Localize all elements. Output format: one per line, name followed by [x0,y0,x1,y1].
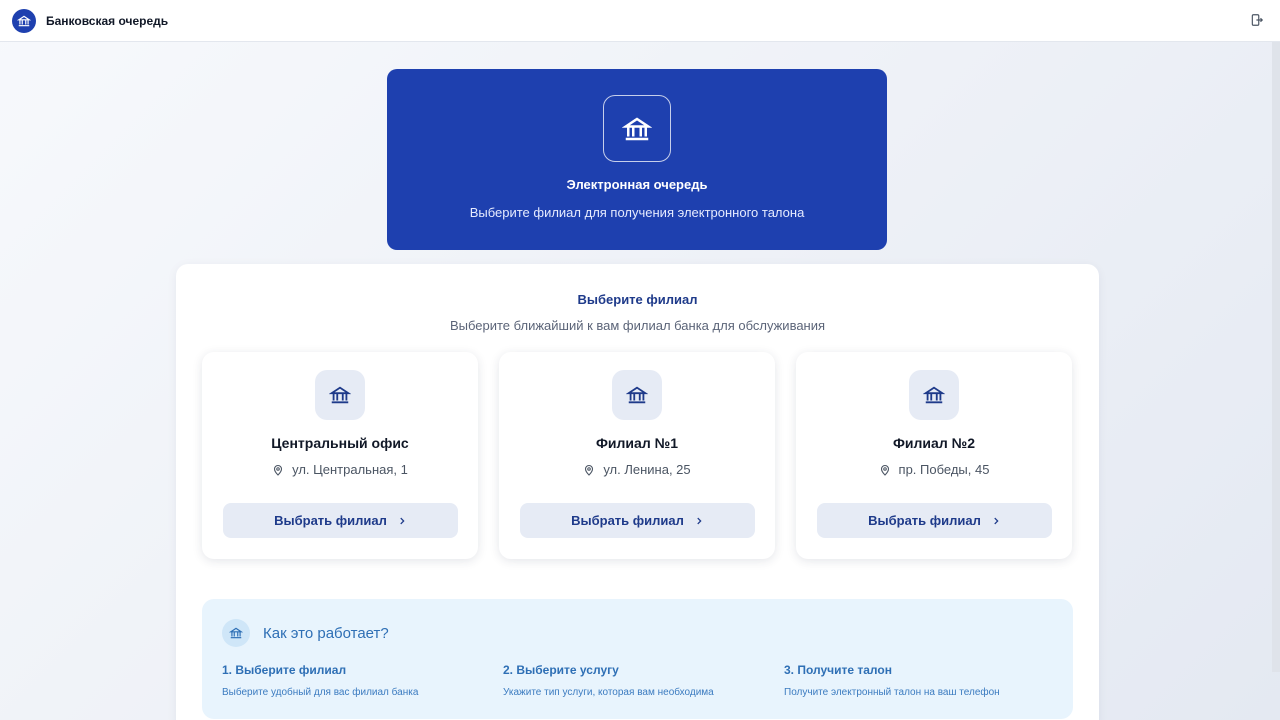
select-branch-button[interactable]: Выбрать филиал [223,503,458,538]
map-pin-icon [880,464,889,476]
hero-subtitle: Выберите филиал для получения электронно… [469,205,805,220]
hero-banner: Электронная очередь Выберите филиал для … [387,69,887,250]
branch-card: Филиал №2 пр. Победы, 45 Выбрать филиал [796,352,1072,559]
select-branch-label: Выбрать филиал [868,513,981,528]
bank-icon [222,619,250,647]
top-bar: Банковская очередь [0,0,1280,42]
step-item: 3. Получите талон Получите электронный т… [784,663,1054,698]
step-item: 2. Выберите услугу Укажите тип услуги, к… [503,663,773,698]
how-it-works: Как это работает? 1. Выберите филиал Выб… [202,599,1073,719]
chevron-right-icon [994,517,999,524]
step-description: Выберите удобный для вас филиал банка [222,687,419,698]
app-title: Банковская очередь [46,13,169,28]
branches-panel: Выберите филиал Выберите ближайший к вам… [176,264,1099,720]
chevron-right-icon [697,517,702,524]
branch-address-text: пр. Победы, 45 [898,462,990,477]
bank-icon [315,370,365,420]
step-title: 3. Получите талон [784,663,892,677]
step-description: Получите электронный талон на ваш телефо… [784,687,1000,698]
branch-address: ул. Ленина, 25 [499,462,775,477]
select-branch-button[interactable]: Выбрать филиал [520,503,755,538]
branch-name: Филиал №2 [892,435,976,451]
select-branch-label: Выбрать филиал [571,513,684,528]
step-item: 1. Выберите филиал Выберите удобный для … [222,663,492,698]
step-description: Укажите тип услуги, которая вам необходи… [503,687,714,698]
branch-address: ул. Центральная, 1 [202,462,478,477]
map-pin-icon [274,464,283,476]
branch-card: Филиал №1 ул. Ленина, 25 Выбрать филиал [499,352,775,559]
branch-address-text: ул. Центральная, 1 [292,462,408,477]
branch-name: Центральный офис [271,435,409,451]
bank-icon [909,370,959,420]
scrollbar[interactable] [1272,42,1280,672]
bank-icon [612,370,662,420]
select-branch-button[interactable]: Выбрать филиал [817,503,1052,538]
step-title: 1. Выберите филиал [222,663,347,677]
branch-card: Центральный офис ул. Центральная, 1 Выбр… [202,352,478,559]
branch-address: пр. Победы, 45 [796,462,1072,477]
map-pin-icon [585,464,594,476]
branch-address-text: ул. Ленина, 25 [603,462,691,477]
step-title: 2. Выберите услугу [503,663,619,677]
section-title: Выберите филиал [577,292,698,307]
chevron-right-icon [400,517,405,524]
bank-logo-icon [12,8,36,33]
select-branch-label: Выбрать филиал [274,513,387,528]
branch-name: Филиал №1 [595,435,679,451]
logout-icon[interactable] [1250,13,1264,27]
bank-icon [603,95,671,162]
how-it-works-title: Как это работает? [263,625,389,642]
hero-title: Электронная очередь [566,177,708,192]
section-subtitle: Выберите ближайший к вам филиал банка дл… [449,318,826,333]
